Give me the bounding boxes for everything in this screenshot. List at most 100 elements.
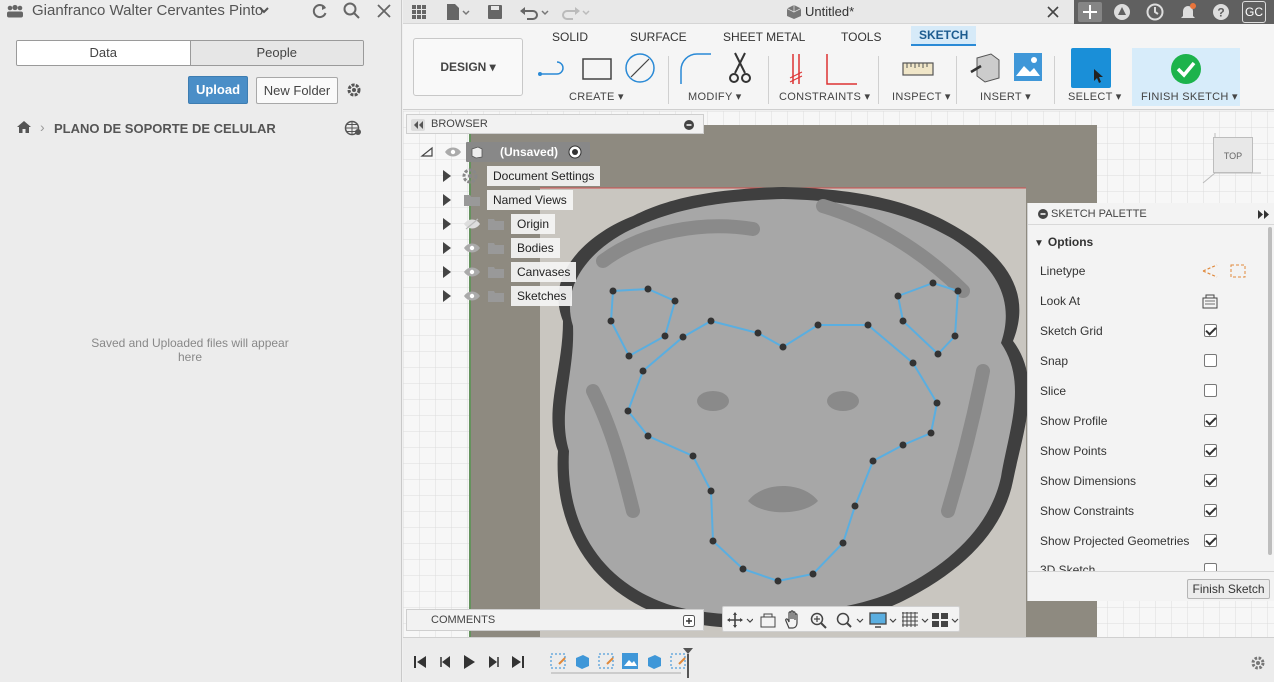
- palette-scrollbar[interactable]: [1268, 227, 1272, 555]
- app-grid-icon[interactable]: [409, 2, 429, 22]
- redo-icon[interactable]: [557, 2, 591, 22]
- 3d-sketch-checkbox[interactable]: [1204, 563, 1217, 571]
- new-folder-button[interactable]: New Folder: [256, 77, 338, 104]
- insert-menu[interactable]: INSERT ▾: [980, 90, 1031, 103]
- finish-sketch-button[interactable]: FINISH SKETCH ▾: [1132, 48, 1240, 106]
- zoom-window-icon[interactable]: [835, 611, 865, 629]
- slice-checkbox[interactable]: [1204, 384, 1217, 397]
- create-menu[interactable]: CREATE ▾: [569, 90, 624, 103]
- expand-triangle-icon[interactable]: [443, 194, 451, 206]
- expand-triangle-icon[interactable]: [443, 290, 451, 302]
- user-avatar[interactable]: GC: [1242, 1, 1266, 23]
- tab-data[interactable]: Data: [17, 41, 190, 65]
- measure-ruler-icon[interactable]: [902, 58, 934, 80]
- trim-scissors-icon[interactable]: [725, 51, 755, 85]
- collapse-triangle-icon[interactable]: ▼: [1034, 238, 1044, 249]
- viewports-icon[interactable]: [931, 611, 961, 629]
- palette-finish-sketch-button[interactable]: Finish Sketch: [1187, 579, 1270, 599]
- sketch-grid-checkbox[interactable]: [1204, 324, 1217, 337]
- show-dimensions-checkbox[interactable]: [1204, 474, 1217, 487]
- browser-item-bodies[interactable]: Bodies: [441, 238, 601, 258]
- chevron-down-icon[interactable]: [258, 4, 270, 16]
- perpendicular-constraint-icon[interactable]: [823, 52, 859, 86]
- tab-solid[interactable]: SOLID: [552, 30, 588, 44]
- browser-item-sketches[interactable]: Sketches: [441, 286, 601, 306]
- options-section[interactable]: ▼ Options: [1034, 235, 1093, 249]
- orbit-icon[interactable]: [727, 611, 753, 629]
- rectangle-tool-icon[interactable]: [581, 54, 613, 84]
- modify-menu[interactable]: MODIFY ▾: [688, 90, 742, 103]
- go-to-end-icon[interactable]: [511, 655, 525, 669]
- look-at-icon[interactable]: [759, 611, 777, 629]
- centerline-linetype-icon[interactable]: [1229, 262, 1247, 280]
- constraints-menu[interactable]: CONSTRAINTS ▾: [779, 90, 870, 103]
- step-forward-icon[interactable]: [487, 655, 501, 669]
- browser-item-canvases[interactable]: Canvases: [441, 262, 601, 282]
- collapse-panel-icon[interactable]: [411, 119, 425, 131]
- fillet-icon[interactable]: [679, 52, 713, 86]
- eye-hidden-icon[interactable]: [463, 218, 481, 230]
- select-tool-button[interactable]: [1071, 48, 1111, 88]
- show-constraints-checkbox[interactable]: [1204, 504, 1217, 517]
- view-cube[interactable]: TOP: [1213, 137, 1253, 173]
- sketch-feature-icon[interactable]: [597, 652, 615, 670]
- display-settings-icon[interactable]: [869, 611, 899, 629]
- user-name[interactable]: Gianfranco Walter Cervantes Pinto: [32, 2, 263, 19]
- refresh-icon[interactable]: [310, 1, 330, 21]
- snap-checkbox[interactable]: [1204, 354, 1217, 367]
- sketch-feature-icon[interactable]: [549, 652, 567, 670]
- home-icon[interactable]: [16, 120, 32, 134]
- close-icon[interactable]: [374, 1, 394, 21]
- step-back-icon[interactable]: [438, 655, 452, 669]
- browser-root-row[interactable]: (Unsaved): [420, 142, 600, 162]
- tab-surface[interactable]: SURFACE: [630, 30, 687, 44]
- tab-tools[interactable]: TOOLS: [841, 30, 881, 44]
- browser-item-document-settings[interactable]: Document Settings: [441, 166, 601, 186]
- notifications-bell-icon[interactable]: [1178, 2, 1198, 22]
- eye-icon[interactable]: [463, 290, 481, 302]
- gear-icon[interactable]: [1250, 655, 1266, 671]
- expand-triangle-icon[interactable]: [443, 170, 451, 182]
- show-profile-checkbox[interactable]: [1204, 414, 1217, 427]
- go-to-start-icon[interactable]: [413, 655, 427, 669]
- eye-icon[interactable]: [463, 242, 481, 254]
- extrude-feature-icon[interactable]: [573, 652, 591, 670]
- insert-derive-icon[interactable]: [969, 52, 1001, 84]
- browser-item-origin[interactable]: Origin: [441, 214, 601, 234]
- select-menu[interactable]: SELECT ▾: [1068, 90, 1122, 103]
- comments-panel[interactable]: COMMENTS: [406, 609, 704, 631]
- extrude-feature-icon[interactable]: [645, 652, 663, 670]
- eye-icon[interactable]: [444, 146, 462, 158]
- gear-icon[interactable]: [344, 80, 364, 100]
- globe-icon[interactable]: [344, 120, 362, 136]
- insert-canvas-icon[interactable]: [1013, 52, 1043, 82]
- workspace-switcher[interactable]: DESIGN ▾: [413, 38, 523, 96]
- tab-sheet-metal[interactable]: SHEET METAL: [723, 30, 805, 44]
- browser-item-named-views[interactable]: Named Views: [441, 190, 601, 210]
- eye-icon[interactable]: [463, 266, 481, 278]
- pan-hand-icon[interactable]: [784, 610, 802, 630]
- inspect-menu[interactable]: INSPECT ▾: [892, 90, 951, 103]
- help-icon[interactable]: ?: [1211, 2, 1231, 22]
- minimize-icon[interactable]: [684, 120, 694, 130]
- activate-radio-icon[interactable]: [568, 145, 582, 159]
- grid-settings-icon[interactable]: [901, 611, 931, 629]
- circle-tool-icon[interactable]: [623, 51, 657, 85]
- project-name[interactable]: PLANO DE SOPORTE DE CELULAR: [54, 121, 276, 136]
- play-icon[interactable]: [462, 654, 476, 670]
- construction-linetype-icon[interactable]: [1201, 262, 1219, 280]
- new-tab-icon[interactable]: [1078, 2, 1102, 22]
- undo-icon[interactable]: [517, 2, 551, 22]
- look-at-icon[interactable]: [1201, 292, 1219, 310]
- tab-people[interactable]: People: [189, 41, 363, 65]
- upload-button[interactable]: Upload: [188, 76, 248, 104]
- extensions-icon[interactable]: [1112, 2, 1132, 22]
- timeline-marker[interactable]: [682, 648, 694, 678]
- expand-triangle-icon[interactable]: [443, 242, 451, 254]
- collapse-triangle-icon[interactable]: [420, 146, 434, 158]
- save-icon[interactable]: [485, 2, 505, 22]
- team-icon[interactable]: [6, 4, 24, 18]
- add-comment-icon[interactable]: [683, 615, 695, 627]
- line-tool-icon[interactable]: [537, 54, 573, 84]
- coincident-constraint-icon[interactable]: [787, 52, 811, 86]
